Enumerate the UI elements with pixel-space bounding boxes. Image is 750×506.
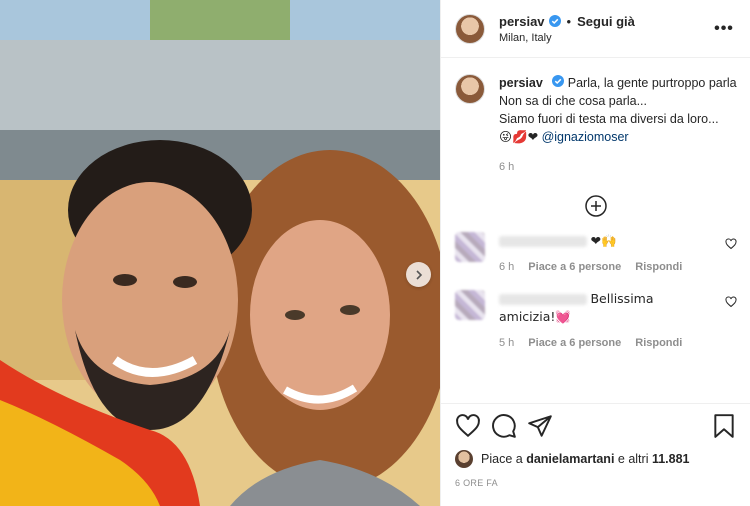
chevron-right-icon [415,269,422,280]
commenter-username[interactable] [499,294,587,306]
action-bar [455,410,737,442]
likes-suffix: e altri [617,452,649,466]
comment-likes[interactable]: Piace a 6 persone [528,258,621,276]
commenter-username[interactable] [499,236,587,248]
post-location[interactable]: Milan, Italy [499,32,712,44]
comment-icon[interactable] [491,413,517,439]
comment-item: ❤🙌 6 h Piace a 6 persone Rispondi [455,232,737,276]
commenter-avatar[interactable] [455,232,485,262]
separator-dot: • [566,13,572,29]
post-actions: Piace a danielamartani e altri 11.881 6 … [441,403,750,488]
comment-meta: 6 h Piace a 6 persone Rispondi [499,258,713,276]
caption-line-3: Siamo fuori di testa ma diversi da loro.… [499,112,719,126]
liker-avatar [455,450,473,468]
comment-body: ❤🙌 6 h Piace a 6 persone Rispondi [499,232,737,276]
likes-count[interactable]: 11.881 [652,452,690,466]
post-header: persiav • Segui già Milan, Italy ••• [441,0,750,58]
caption-body: persiav Parla, la gente purtroppo parla … [499,74,737,176]
commenter-avatar[interactable] [455,290,485,320]
post-sidebar: persiav • Segui già Milan, Italy ••• per… [440,0,750,506]
heart-icon[interactable] [455,413,481,439]
author-username[interactable]: persiav [499,14,545,29]
bookmark-icon[interactable] [711,413,737,439]
caption-line-2: Non sa di che cosa parla... [499,94,647,108]
post-caption: persiav Parla, la gente purtroppo parla … [455,74,737,176]
next-photo-button[interactable] [406,262,431,287]
caption-time: 6 h [499,161,515,173]
verified-badge-icon [552,75,565,87]
caption-avatar[interactable] [455,74,485,104]
comment-body: Bellissima amicizia!💓 5 h Piace a 6 pers… [499,290,737,352]
author-info: persiav • Segui già Milan, Italy [499,14,712,44]
comment-likes[interactable]: Piace a 6 persone [528,334,621,352]
caption-username[interactable]: persiav [499,76,543,90]
likes-prefix: Piace a [481,452,523,466]
following-button[interactable]: Segui già [577,14,635,29]
comment-item: Bellissima amicizia!💓 5 h Piace a 6 pers… [455,290,737,352]
verified-badge-icon [548,15,561,27]
post-media[interactable] [0,0,440,506]
comment-text: ❤🙌 [590,233,617,248]
comment-time: 5 h [499,337,515,349]
caption-emojis: 😜💋❤ [499,129,539,144]
caption-line-1: Parla, la gente purtroppo parla [567,76,737,90]
post-photo [0,0,440,506]
instagram-post: persiav • Segui già Milan, Italy ••• per… [0,0,750,506]
add-comments-icon [585,195,607,217]
author-line: persiav • Segui già [499,14,712,29]
reply-button[interactable]: Rispondi [635,334,682,352]
post-timestamp: 6 ORE FA [455,478,498,488]
liker-username[interactable]: danielamartani [526,452,614,466]
author-avatar[interactable] [455,13,485,44]
share-icon[interactable] [527,413,553,439]
reply-button[interactable]: Rispondi [635,258,682,276]
likes-summary[interactable]: Piace a danielamartani e altri 11.881 [455,450,737,468]
like-comment-heart-icon[interactable] [725,296,737,308]
comment-time: 6 h [499,261,515,273]
more-options-icon[interactable]: ••• [712,20,736,38]
comments-section[interactable]: persiav Parla, la gente purtroppo parla … [441,58,750,403]
comment-meta: 5 h Piace a 6 persone Rispondi [499,334,713,352]
caption-mention[interactable]: @ignaziomoser [542,130,629,144]
load-more-comments-button[interactable] [455,194,737,218]
like-comment-heart-icon[interactable] [725,238,737,250]
